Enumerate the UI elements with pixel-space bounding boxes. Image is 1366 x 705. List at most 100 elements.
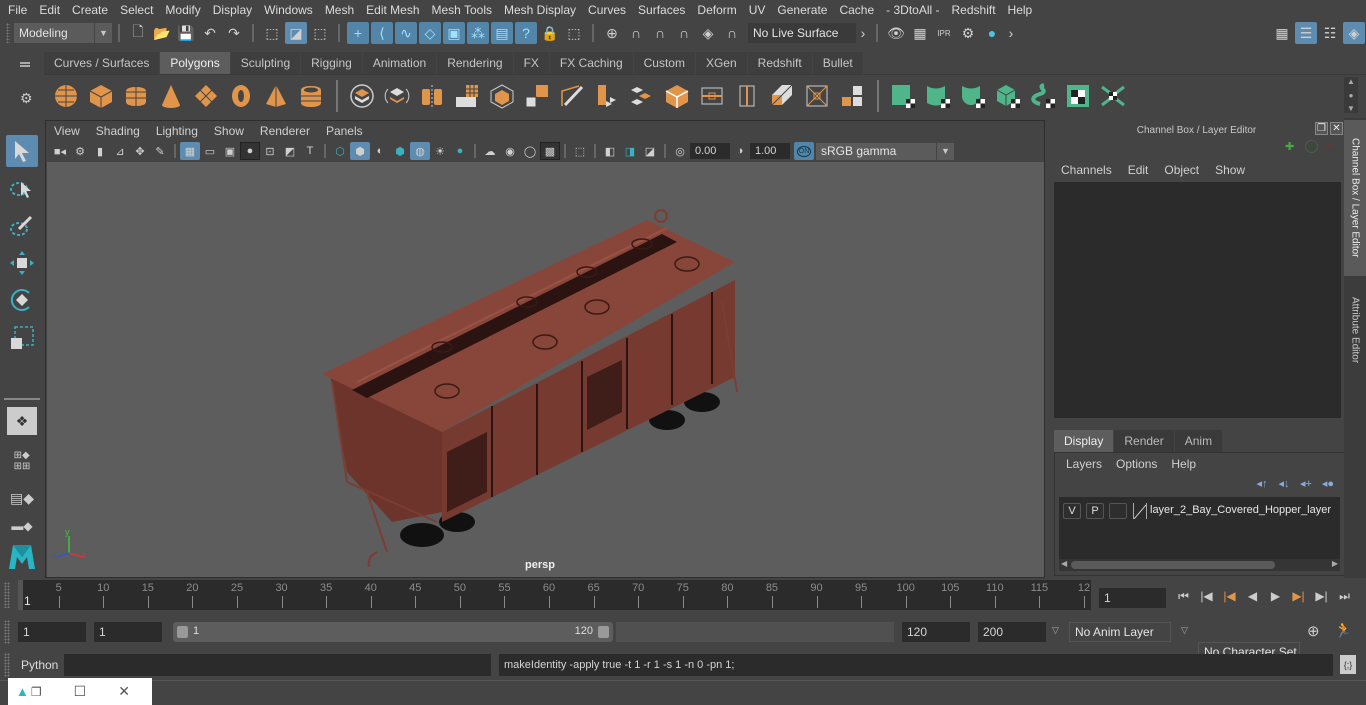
collapse-arrow-icon[interactable]: ›: [1005, 22, 1017, 44]
restore-window-icon[interactable]: ❐: [31, 685, 42, 699]
script-language-toggle[interactable]: Python: [21, 658, 58, 672]
resolution-gate-icon[interactable]: ▣: [220, 142, 240, 160]
poly-cone-icon[interactable]: [155, 79, 187, 113]
gate-mask-icon[interactable]: ●: [240, 142, 260, 160]
side-tab-attribute-editor[interactable]: Attribute Editor: [1344, 280, 1366, 380]
new-layer-icon[interactable]: ◂+: [1295, 477, 1317, 490]
menu-3dtoall[interactable]: - 3DtoAll -: [880, 0, 945, 20]
step-forward-key-icon[interactable]: ▶|: [1287, 586, 1310, 606]
playback-end-field[interactable]: 120: [902, 622, 970, 642]
menu-mesh-display[interactable]: Mesh Display: [498, 0, 582, 20]
lock-selection-icon[interactable]: 🔒: [539, 22, 561, 44]
viewport-menu-shading[interactable]: Shading: [88, 124, 148, 138]
layer-horizontal-scrollbar[interactable]: ◀ ▶: [1059, 559, 1340, 571]
layer-tab-render[interactable]: Render: [1114, 430, 1174, 452]
shelf-tab-polygons[interactable]: Polygons: [160, 52, 230, 74]
depth-of-field-icon[interactable]: ▩: [540, 142, 560, 160]
select-tool-icon[interactable]: [6, 135, 38, 167]
channel-edit-menu[interactable]: Edit: [1120, 163, 1157, 177]
snap-to-view-plane-icon[interactable]: ∩: [673, 22, 695, 44]
snap-to-point-icon[interactable]: ∩: [649, 22, 671, 44]
menu-surfaces[interactable]: Surfaces: [632, 0, 691, 20]
go-to-start-icon[interactable]: ⏮: [1172, 586, 1195, 606]
hyperbolic-icon[interactable]: ↗: [1324, 140, 1333, 153]
2d-pan-zoom-icon[interactable]: ✥: [130, 142, 150, 160]
layer-tab-display[interactable]: Display: [1054, 430, 1114, 452]
exposure-icon[interactable]: ◎: [670, 142, 690, 160]
isolate-select-icon[interactable]: ⬚: [570, 142, 590, 160]
animation-preferences-icon[interactable]: 🏃: [1334, 621, 1353, 639]
layer-display-type-toggle[interactable]: [1109, 503, 1127, 519]
snap-to-surface-icon[interactable]: ◈: [697, 22, 719, 44]
step-forward-frame-icon[interactable]: ▶|: [1310, 586, 1333, 606]
automatic-uv-icon[interactable]: [992, 79, 1024, 113]
menu-mesh-tools[interactable]: Mesh Tools: [426, 0, 498, 20]
collapse-arrow-icon[interactable]: ›: [857, 22, 869, 44]
current-frame-field[interactable]: 1: [1099, 588, 1166, 608]
command-input[interactable]: [64, 654, 491, 676]
float-panel-icon[interactable]: ❐: [1315, 122, 1328, 135]
shelf-tab-bullet[interactable]: Bullet: [812, 52, 863, 74]
lasso-tool-icon[interactable]: [6, 173, 38, 205]
new-scene-icon[interactable]: 🗋: [127, 22, 149, 44]
scale-tool-icon[interactable]: [6, 322, 38, 354]
select-dynamics-icon[interactable]: ⁂: [467, 22, 489, 44]
hypershade-icon[interactable]: ●: [981, 22, 1003, 44]
uv-editor-icon[interactable]: [1062, 79, 1094, 113]
select-camera-icon[interactable]: ■◂: [50, 142, 70, 160]
merge-icon[interactable]: [766, 79, 798, 113]
menu-redshift[interactable]: Redshift: [946, 0, 1002, 20]
workspace-mode-dropdown[interactable]: Modeling ▼: [14, 23, 112, 43]
layer-name[interactable]: layer_2_Bay_Covered_Hopper_layer: [1150, 504, 1331, 516]
select-curves-icon[interactable]: ∿: [395, 22, 417, 44]
grease-pencil-icon[interactable]: ✎: [150, 142, 170, 160]
anim-layer-dropdown-arrow-icon[interactable]: ▽: [1052, 625, 1059, 636]
gamma-icon[interactable]: ◑: [730, 142, 750, 160]
maximize-window-icon[interactable]: ☐: [74, 683, 87, 700]
gamma-field[interactable]: 1.00: [750, 143, 790, 159]
manipulator-axes-icon[interactable]: ✚: [1285, 140, 1294, 153]
select-handles-icon[interactable]: +: [347, 22, 369, 44]
single-view-layout-icon[interactable]: ❖: [7, 407, 37, 435]
shelf-tab-rigging[interactable]: Rigging: [301, 52, 362, 74]
safe-action-icon[interactable]: ◩: [280, 142, 300, 160]
channel-box-toggle-icon[interactable]: ◈: [1343, 22, 1365, 44]
contour-uv-icon[interactable]: [1027, 79, 1059, 113]
drag-handle[interactable]: [6, 23, 10, 43]
3d-viewport[interactable]: y x z persp: [47, 162, 1044, 577]
grid-toggle-icon[interactable]: ▦: [180, 142, 200, 160]
layer-options-menu[interactable]: Options: [1109, 457, 1164, 471]
persp-graph-layout-icon[interactable]: ▬◆: [6, 516, 38, 536]
camera-view-icon[interactable]: ◪: [640, 142, 660, 160]
select-surfaces-icon[interactable]: ◇: [419, 22, 441, 44]
play-forwards-icon[interactable]: ▶: [1264, 586, 1287, 606]
maya-logo-icon[interactable]: [6, 540, 38, 572]
shelf-tabs-menu-icon[interactable]: [20, 62, 30, 67]
save-scene-icon[interactable]: 💾: [175, 22, 197, 44]
layer-tab-anim[interactable]: Anim: [1174, 430, 1223, 452]
fill-hole-icon[interactable]: [836, 79, 868, 113]
attribute-editor-toggle-icon[interactable]: ☰: [1295, 22, 1317, 44]
timeline-drag-handle[interactable]: [4, 582, 10, 608]
animation-start-field[interactable]: 1: [18, 622, 86, 642]
exposure-field[interactable]: 0.00: [690, 143, 730, 159]
poly-sphere-icon[interactable]: [50, 79, 82, 113]
move-layer-up-icon[interactable]: ◂↑: [1251, 477, 1273, 490]
side-tab-channel-box[interactable]: Channel Box / Layer Editor: [1344, 120, 1366, 276]
menu-deform[interactable]: Deform: [691, 0, 742, 20]
layer-visibility-toggle[interactable]: V: [1063, 503, 1081, 519]
shelf-scroll[interactable]: ▲ ● ▼: [1344, 77, 1358, 113]
snap-to-grid-icon[interactable]: ⊕: [601, 22, 623, 44]
undo-icon[interactable]: ↶: [199, 22, 221, 44]
close-window-icon[interactable]: ✕: [118, 683, 130, 700]
snap-to-curve-icon[interactable]: ∩: [625, 22, 647, 44]
color-management-toggle[interactable]: ON: [794, 142, 814, 160]
multi-cut-icon[interactable]: [556, 79, 588, 113]
menu-generate[interactable]: Generate: [771, 0, 833, 20]
layer-playback-toggle[interactable]: P: [1086, 503, 1104, 519]
scroll-up-icon[interactable]: ▲: [1347, 77, 1355, 86]
menu-curves[interactable]: Curves: [582, 0, 632, 20]
poly-pyramid-icon[interactable]: [260, 79, 292, 113]
script-editor-icon[interactable]: {;}: [1340, 655, 1356, 674]
select-by-object-icon[interactable]: ◪: [285, 22, 307, 44]
